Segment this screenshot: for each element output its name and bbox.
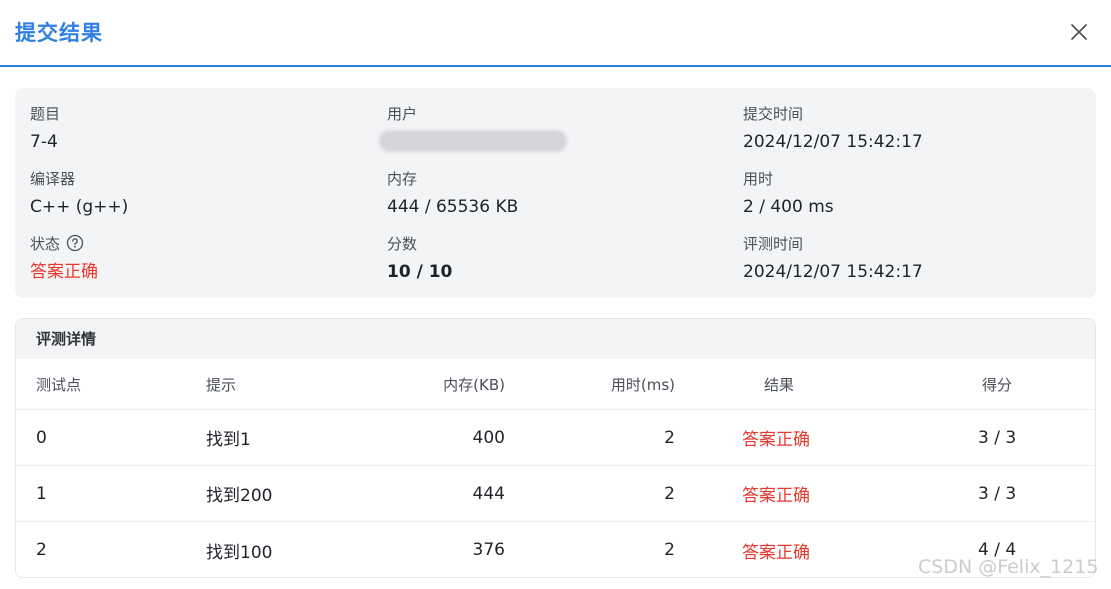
- table-row: 1 找到200 444 2 答案正确 3 / 3: [16, 466, 1095, 522]
- testcase-hint: 找到100: [206, 542, 273, 563]
- time-used-label: 用时: [743, 169, 774, 188]
- status-field: 状态 答案正确: [30, 232, 98, 284]
- judge-time-value: 2024/12/07 15:42:17: [743, 262, 923, 282]
- testcase-memory: 376: [472, 540, 505, 560]
- score-field: 分数 10 / 10: [387, 232, 452, 284]
- problem-label: 题目: [30, 104, 61, 123]
- status-value: 答案正确: [30, 262, 98, 282]
- submission-info-panel: 题目 7-4 用户 提交时间 2024/12/07 15:42:17 编译器 C…: [15, 88, 1096, 298]
- judge-details-title: 评测详情: [16, 319, 1095, 359]
- time-used-value: 2 / 400 ms: [743, 197, 834, 217]
- redacted-user-value: [379, 130, 567, 152]
- judge-time-label: 评测时间: [743, 234, 804, 253]
- table-row: 0 找到1 400 2 答案正确 3 / 3: [16, 410, 1095, 466]
- time-used-field: 用时 2 / 400 ms: [743, 167, 834, 219]
- problem-value[interactable]: 7-4: [30, 130, 60, 154]
- header-testcase: 测试点: [36, 375, 82, 394]
- header-hint: 提示: [206, 375, 237, 394]
- dialog-header: 提交结果: [0, 0, 1111, 67]
- testcase-time: 2: [664, 540, 675, 560]
- testcase-time: 2: [664, 483, 675, 504]
- header-result: 结果: [764, 375, 795, 394]
- header-memory: 内存(KB): [443, 375, 505, 394]
- problem-field: 题目 7-4: [30, 102, 60, 154]
- testcase-memory: 444: [472, 483, 505, 504]
- testcase-result: 答案正确: [742, 430, 810, 450]
- testcase-id: 2: [36, 540, 47, 560]
- testcase-hint: 找到1: [206, 430, 251, 450]
- score-value: 10 / 10: [387, 262, 453, 282]
- testcase-score: 3 / 3: [978, 427, 1017, 448]
- submit-time-label: 提交时间: [743, 104, 804, 123]
- header-score: 得分: [982, 375, 1013, 394]
- submit-time-field: 提交时间 2024/12/07 15:42:17: [743, 102, 923, 154]
- header-time: 用时(ms): [610, 375, 675, 394]
- watermark: CSDN @Felix_1215: [918, 556, 1099, 578]
- user-field: 用户: [379, 102, 567, 152]
- compiler-value: C++ (g++): [30, 197, 129, 217]
- memory-label: 内存: [387, 169, 418, 188]
- testcase-result: 答案正确: [742, 486, 810, 506]
- testcase-result: 答案正确: [742, 542, 810, 563]
- submit-time-value: 2024/12/07 15:42:17: [743, 132, 923, 152]
- judge-details-card: 评测详情 测试点 提示 内存(KB) 用时(ms) 结果 得分 0 找到1 40…: [15, 318, 1096, 578]
- compiler-label: 编译器: [30, 169, 76, 188]
- judge-time-field: 评测时间 2024/12/07 15:42:17: [743, 232, 923, 284]
- user-label: 用户: [387, 104, 418, 123]
- dialog-title: 提交结果: [15, 21, 103, 45]
- score-label: 分数: [387, 234, 418, 253]
- testcase-id: 0: [36, 427, 47, 448]
- testcase-memory: 400: [472, 427, 505, 448]
- memory-value: 444 / 65536 KB: [387, 197, 519, 217]
- testcase-id: 1: [36, 483, 47, 504]
- testcase-time: 2: [664, 427, 675, 448]
- memory-field: 内存 444 / 65536 KB: [387, 167, 518, 219]
- table-header-row: 测试点 提示 内存(KB) 用时(ms) 结果 得分: [16, 359, 1095, 410]
- status-label: 状态: [30, 234, 61, 253]
- question-circle-icon[interactable]: [66, 234, 84, 252]
- testcase-score: 3 / 3: [978, 483, 1017, 504]
- testcase-hint: 找到200: [206, 486, 273, 506]
- close-icon[interactable]: [1066, 19, 1092, 45]
- compiler-field: 编译器 C++ (g++): [30, 167, 128, 219]
